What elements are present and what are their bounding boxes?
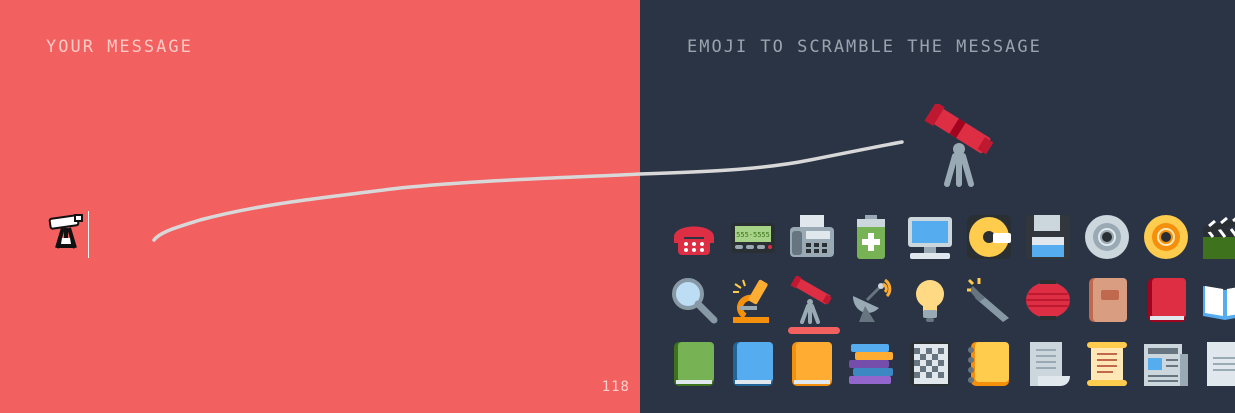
- cd-icon[interactable]: [1083, 213, 1133, 263]
- microscope-icon[interactable]: [729, 276, 779, 326]
- message-heading: YOUR MESSAGE: [46, 37, 193, 57]
- telephone-icon[interactable]: [670, 213, 720, 263]
- text-caret: [88, 211, 89, 258]
- telescope-icon[interactable]: [48, 210, 84, 252]
- pager-icon[interactable]: 555-5555: [729, 213, 779, 263]
- light-bulb-icon[interactable]: [906, 276, 956, 326]
- emoji-panel: EMOJI TO SCRAMBLE THE MESSAGE 555-5555: [640, 0, 1235, 413]
- emoji-heading: EMOJI TO SCRAMBLE THE MESSAGE: [687, 37, 1042, 57]
- page-facing-up-icon[interactable]: [1201, 340, 1235, 390]
- green-book-icon[interactable]: [670, 340, 720, 390]
- red-lantern-icon[interactable]: [1024, 276, 1074, 326]
- blue-book-icon[interactable]: [729, 340, 779, 390]
- orange-book-icon[interactable]: [788, 340, 838, 390]
- closed-book-icon[interactable]: [1142, 276, 1192, 326]
- character-counter: 118: [601, 379, 630, 395]
- message-panel: YOUR MESSAGE 118: [0, 0, 640, 413]
- desktop-computer-icon[interactable]: [906, 213, 956, 263]
- battery-icon[interactable]: [847, 213, 897, 263]
- newspaper-icon[interactable]: [1142, 340, 1192, 390]
- page-curl-icon[interactable]: [1024, 340, 1074, 390]
- notebook-icon[interactable]: [906, 340, 956, 390]
- selected-emoji-indicator: [788, 327, 840, 334]
- decorative-notebook-icon[interactable]: [1083, 276, 1133, 326]
- clapper-board-icon[interactable]: [1201, 213, 1235, 263]
- ledger-icon[interactable]: [965, 340, 1015, 390]
- flashlight-icon[interactable]: [965, 276, 1015, 326]
- selected-telescope-icon: [924, 104, 994, 187]
- optical-disc-icon[interactable]: [965, 213, 1015, 263]
- pager-text: 555-5555: [736, 231, 770, 239]
- open-book-icon[interactable]: [1201, 276, 1235, 326]
- scroll-icon[interactable]: [1083, 340, 1133, 390]
- books-icon[interactable]: [847, 340, 897, 390]
- fax-machine-icon[interactable]: [788, 213, 838, 263]
- telescope-grid-icon[interactable]: [788, 276, 838, 326]
- satellite-antenna-icon[interactable]: [847, 276, 897, 326]
- dvd-icon[interactable]: [1142, 213, 1192, 263]
- magnifying-glass-icon[interactable]: [670, 276, 720, 326]
- floppy-disk-icon[interactable]: [1024, 213, 1074, 263]
